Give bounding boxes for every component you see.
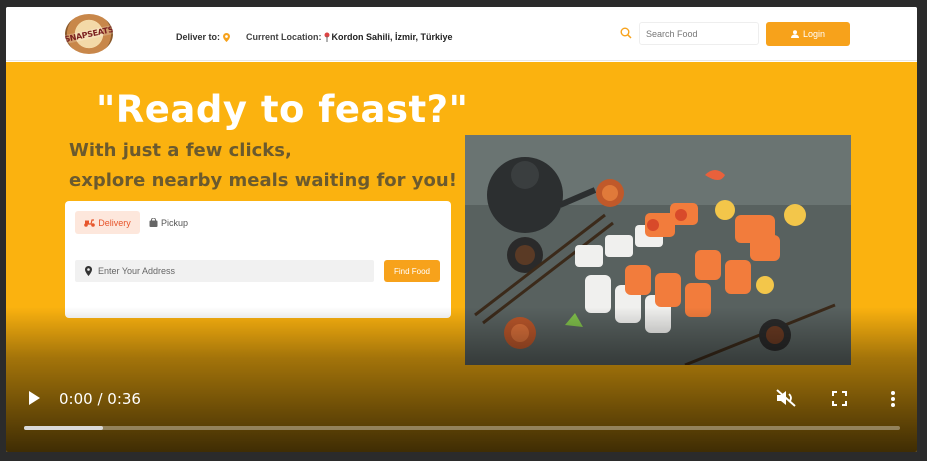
- location-pin-icon: [324, 32, 329, 42]
- video-progress-fill: [24, 426, 103, 430]
- video-controls-overlay: [6, 307, 917, 452]
- mute-icon[interactable]: [775, 389, 797, 407]
- site-logo[interactable]: SNAPSEATS: [65, 14, 113, 54]
- video-progress-bar[interactable]: [24, 426, 900, 430]
- login-label: Login: [802, 29, 826, 39]
- order-card: Delivery Pickup Find Food: [65, 201, 451, 318]
- site-header: SNAPSEATS Deliver to: Current Location: …: [6, 7, 917, 61]
- video-time: 0:00 / 0:36: [59, 390, 141, 408]
- map-pin-icon: [223, 32, 230, 42]
- fullscreen-icon[interactable]: [832, 391, 847, 406]
- tab-delivery-label: Delivery: [98, 217, 131, 228]
- deliver-to-label: Deliver to:: [176, 32, 221, 42]
- tab-pickup[interactable]: Pickup: [149, 211, 199, 234]
- current-location-label: Current Location:: [246, 32, 322, 42]
- login-button[interactable]: Login: [766, 22, 850, 46]
- address-input[interactable]: [98, 266, 358, 276]
- tab-pickup-label: Pickup: [161, 217, 189, 228]
- hero-title: "Ready to feast?": [96, 88, 469, 131]
- logo-text: SNAPSEATS: [65, 24, 113, 44]
- browser-viewport: SNAPSEATS Deliver to: Current Location: …: [6, 7, 917, 452]
- bag-icon: [149, 218, 158, 227]
- search-input[interactable]: [639, 22, 759, 45]
- user-icon: [790, 30, 799, 38]
- find-food-button[interactable]: Find Food: [384, 260, 440, 282]
- map-pin-icon: [85, 266, 92, 276]
- hero-subtitle-line1: With just a few clicks,: [69, 140, 292, 161]
- scooter-icon: [84, 218, 96, 227]
- tab-delivery[interactable]: Delivery: [75, 211, 140, 234]
- hero-subtitle-line2: explore nearby meals waiting for you!: [69, 170, 457, 191]
- current-location: Current Location: Kordon Sahili, İzmir, …: [246, 32, 453, 42]
- play-icon[interactable]: [26, 390, 42, 406]
- deliver-to: Deliver to:: [176, 32, 230, 42]
- search-icon: [620, 27, 632, 39]
- address-field[interactable]: [75, 260, 374, 282]
- more-vert-icon[interactable]: [890, 390, 896, 408]
- current-location-value: Kordon Sahili, İzmir, Türkiye: [331, 32, 453, 42]
